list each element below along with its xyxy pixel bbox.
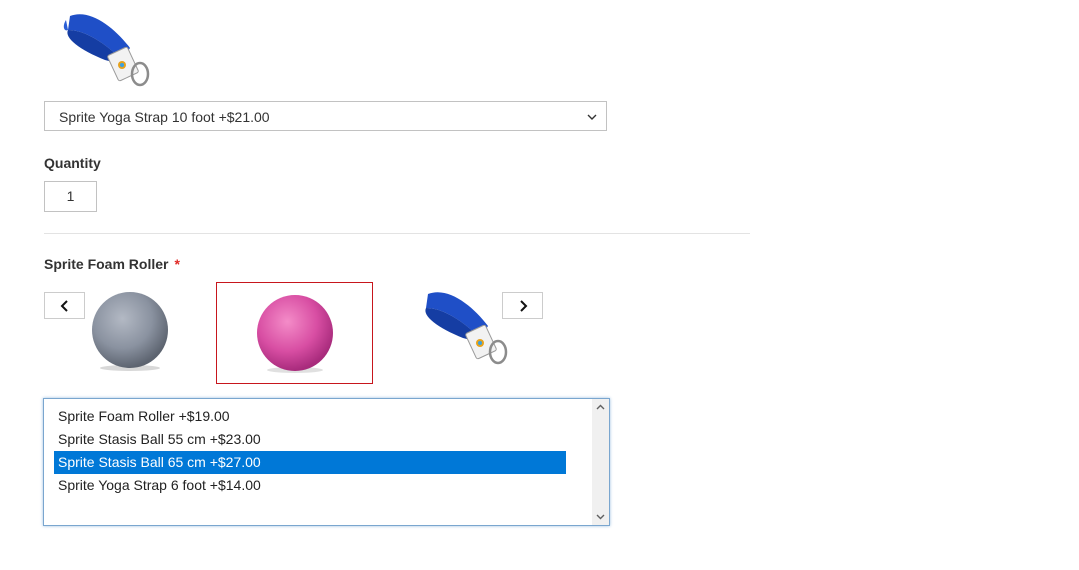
foam-roller-label-text: Sprite Foam Roller <box>44 256 169 272</box>
listbox-option[interactable]: Sprite Stasis Ball 55 cm +$23.00 <box>54 428 566 451</box>
carousel-prev-button[interactable] <box>44 292 85 319</box>
select-value: Sprite Yoga Strap 10 foot +$21.00 <box>59 109 270 125</box>
pink-ball-image <box>256 295 333 373</box>
listbox-option[interactable]: Sprite Foam Roller +$19.00 <box>54 405 566 428</box>
carousel-next-button[interactable] <box>502 292 543 319</box>
quantity-input[interactable]: 1 <box>44 181 97 212</box>
scroll-down-icon[interactable] <box>596 512 605 521</box>
listbox-scrollbar[interactable] <box>592 399 609 525</box>
divider <box>44 233 750 234</box>
chevron-left-icon <box>60 299 68 312</box>
chevron-right-icon <box>519 299 527 312</box>
listbox-option[interactable]: Sprite Yoga Strap 6 foot +$14.00 <box>54 474 566 497</box>
grey-ball-image <box>92 292 168 371</box>
listbox-option-selected[interactable]: Sprite Stasis Ball 65 cm +$27.00 <box>54 451 566 474</box>
carousel-item-pink-ball[interactable] <box>216 282 373 384</box>
quantity-label: Quantity <box>44 155 101 171</box>
foam-roller-label: Sprite Foam Roller * <box>44 256 180 272</box>
carousel-item-grey-ball[interactable] <box>82 283 178 379</box>
required-marker: * <box>174 256 180 272</box>
carousel-item-yoga-strap[interactable] <box>416 283 512 371</box>
yoga-strap-select[interactable]: Sprite Yoga Strap 10 foot +$21.00 <box>44 101 607 131</box>
yoga-strap-image <box>60 8 152 90</box>
scroll-up-icon[interactable] <box>596 403 605 412</box>
chevron-down-icon <box>587 114 597 120</box>
yoga-strap-thumb-image <box>425 292 508 365</box>
foam-roller-listbox[interactable]: Sprite Foam Roller +$19.00 Sprite Stasis… <box>43 398 610 526</box>
